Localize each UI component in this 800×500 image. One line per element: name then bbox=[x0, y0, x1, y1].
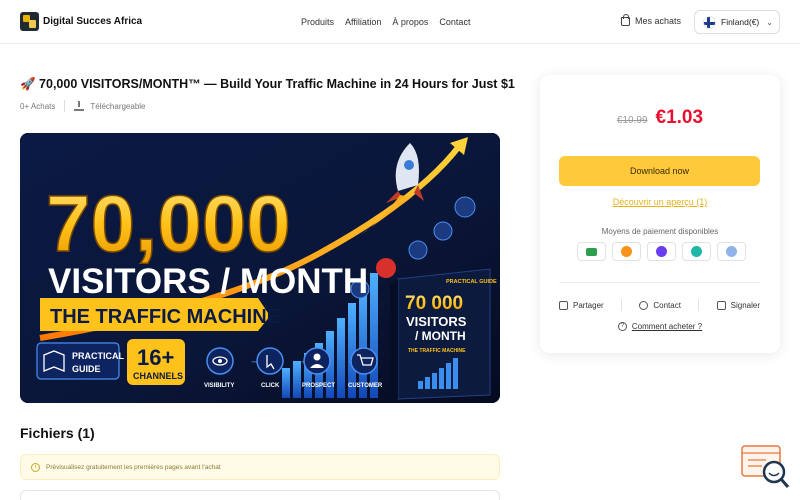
preview-link[interactable]: Découvrir un aperçu (1) bbox=[540, 197, 780, 207]
report-button[interactable]: Signaler bbox=[716, 300, 760, 310]
shopping-bag-icon bbox=[621, 13, 630, 26]
step-click: CLICK bbox=[261, 383, 280, 389]
cart-icon bbox=[350, 347, 378, 375]
product-meta: 0+ Achats Téléchargeable bbox=[20, 100, 146, 112]
step-customer: CUSTOMER bbox=[348, 383, 383, 389]
book-line-2: / MONTH bbox=[415, 329, 466, 343]
how-to-buy-row: ? Comment acheter ? bbox=[540, 322, 780, 331]
preview-notice: i Prévisualisez gratuitement les premièr… bbox=[20, 454, 500, 480]
banner-headline: VISITORS / MONTH bbox=[48, 262, 368, 301]
card-payment-icon bbox=[577, 242, 606, 261]
action-divider bbox=[621, 299, 623, 311]
brand-name: Digital Succes Africa bbox=[43, 16, 143, 27]
channels-count: 16+ bbox=[137, 345, 174, 370]
payment-methods-label: Moyens de paiement disponibles bbox=[601, 227, 719, 236]
nav-item-affiliation[interactable]: Affiliation bbox=[345, 17, 381, 27]
prospect-icon bbox=[303, 347, 331, 375]
preview-notice-text: Prévisualisez gratuitement les premières… bbox=[46, 463, 221, 471]
share-icon bbox=[559, 300, 568, 310]
bitcoin-icon bbox=[612, 242, 641, 261]
info-icon: i bbox=[31, 462, 40, 472]
chat-icon bbox=[639, 300, 649, 310]
purchase-count: 0+ Achats bbox=[20, 101, 56, 111]
product-title: 🚀 70,000 VISITORS/MONTH™ — Build Your Tr… bbox=[20, 77, 515, 91]
product-cover-image[interactable]: 70,000 VISITORS / MONTH THE TRAFFIC MACH… bbox=[20, 133, 500, 403]
contact-label: Contact bbox=[653, 300, 681, 310]
old-price: €10.99 bbox=[616, 115, 648, 126]
chevron-down-icon: ⌄ bbox=[766, 17, 773, 27]
action-divider bbox=[698, 299, 700, 311]
logo-mark-icon bbox=[20, 12, 39, 31]
main-nav: Produits Affiliation À propos Contact bbox=[301, 17, 470, 27]
card-actions: Partager Contact Signaler bbox=[559, 299, 760, 311]
how-to-buy-link[interactable]: Comment acheter ? bbox=[632, 322, 702, 331]
payment-methods bbox=[577, 242, 746, 261]
finland-flag-icon bbox=[703, 15, 716, 29]
report-label: Signaler bbox=[730, 300, 760, 310]
card-divider bbox=[559, 282, 760, 283]
download-icon bbox=[74, 101, 85, 111]
book-tag: PRACTICAL GUIDE bbox=[446, 279, 497, 285]
banner-ribbon-text: THE TRAFFIC MACHINE bbox=[50, 306, 280, 328]
top-header: Digital Succes Africa Produits Affiliati… bbox=[0, 0, 800, 44]
globe-icon bbox=[717, 242, 746, 261]
flag-icon bbox=[716, 300, 726, 310]
nav-item-a-propos[interactable]: À propos bbox=[392, 17, 428, 27]
support-widget-button[interactable] bbox=[740, 444, 790, 490]
region-selector[interactable]: Finland(€) ⌄ bbox=[694, 10, 780, 34]
current-price: €1.03 bbox=[655, 107, 704, 128]
practical-guide-line1: PRACTICAL bbox=[72, 351, 124, 361]
gem-icon bbox=[682, 242, 711, 261]
files-section-title: Fichiers (1) bbox=[20, 425, 95, 441]
banner-big-number: 70,000 bbox=[46, 179, 291, 268]
question-icon: ? bbox=[617, 322, 627, 331]
my-purchases-label: Mes achats bbox=[635, 16, 682, 26]
book-number: 70 000 bbox=[405, 293, 463, 314]
step-prospect: PROSPECT bbox=[302, 383, 335, 389]
nav-item-produits[interactable]: Produits bbox=[301, 17, 334, 27]
book-subtitle: THE TRAFFIC MACHINE bbox=[408, 348, 466, 354]
my-purchases-link[interactable]: Mes achats bbox=[621, 13, 682, 26]
file-row[interactable] bbox=[20, 490, 500, 500]
practical-guide-line2: GUIDE bbox=[72, 364, 101, 374]
price-row: €10.99 €1.03 bbox=[540, 107, 780, 129]
contact-button[interactable]: Contact bbox=[639, 300, 681, 310]
share-label: Partager bbox=[573, 300, 604, 310]
book-line-1: VISITORS bbox=[406, 314, 467, 329]
click-icon bbox=[256, 347, 284, 375]
meta-divider bbox=[64, 100, 66, 112]
step-visibility: VISIBILITY bbox=[204, 383, 234, 389]
ethereum-icon bbox=[647, 242, 676, 261]
download-now-button[interactable]: Download now bbox=[559, 156, 760, 186]
region-label: Finland(€) bbox=[721, 17, 760, 27]
nav-item-contact[interactable]: Contact bbox=[439, 17, 470, 27]
product-format: Téléchargeable bbox=[90, 101, 146, 111]
purchase-card: €10.99 €1.03 Download now Découvrir un a… bbox=[540, 75, 780, 353]
channels-label: CHANNELS bbox=[133, 371, 183, 381]
brand-logo[interactable]: Digital Succes Africa bbox=[20, 12, 142, 31]
share-button[interactable]: Partager bbox=[559, 300, 604, 310]
